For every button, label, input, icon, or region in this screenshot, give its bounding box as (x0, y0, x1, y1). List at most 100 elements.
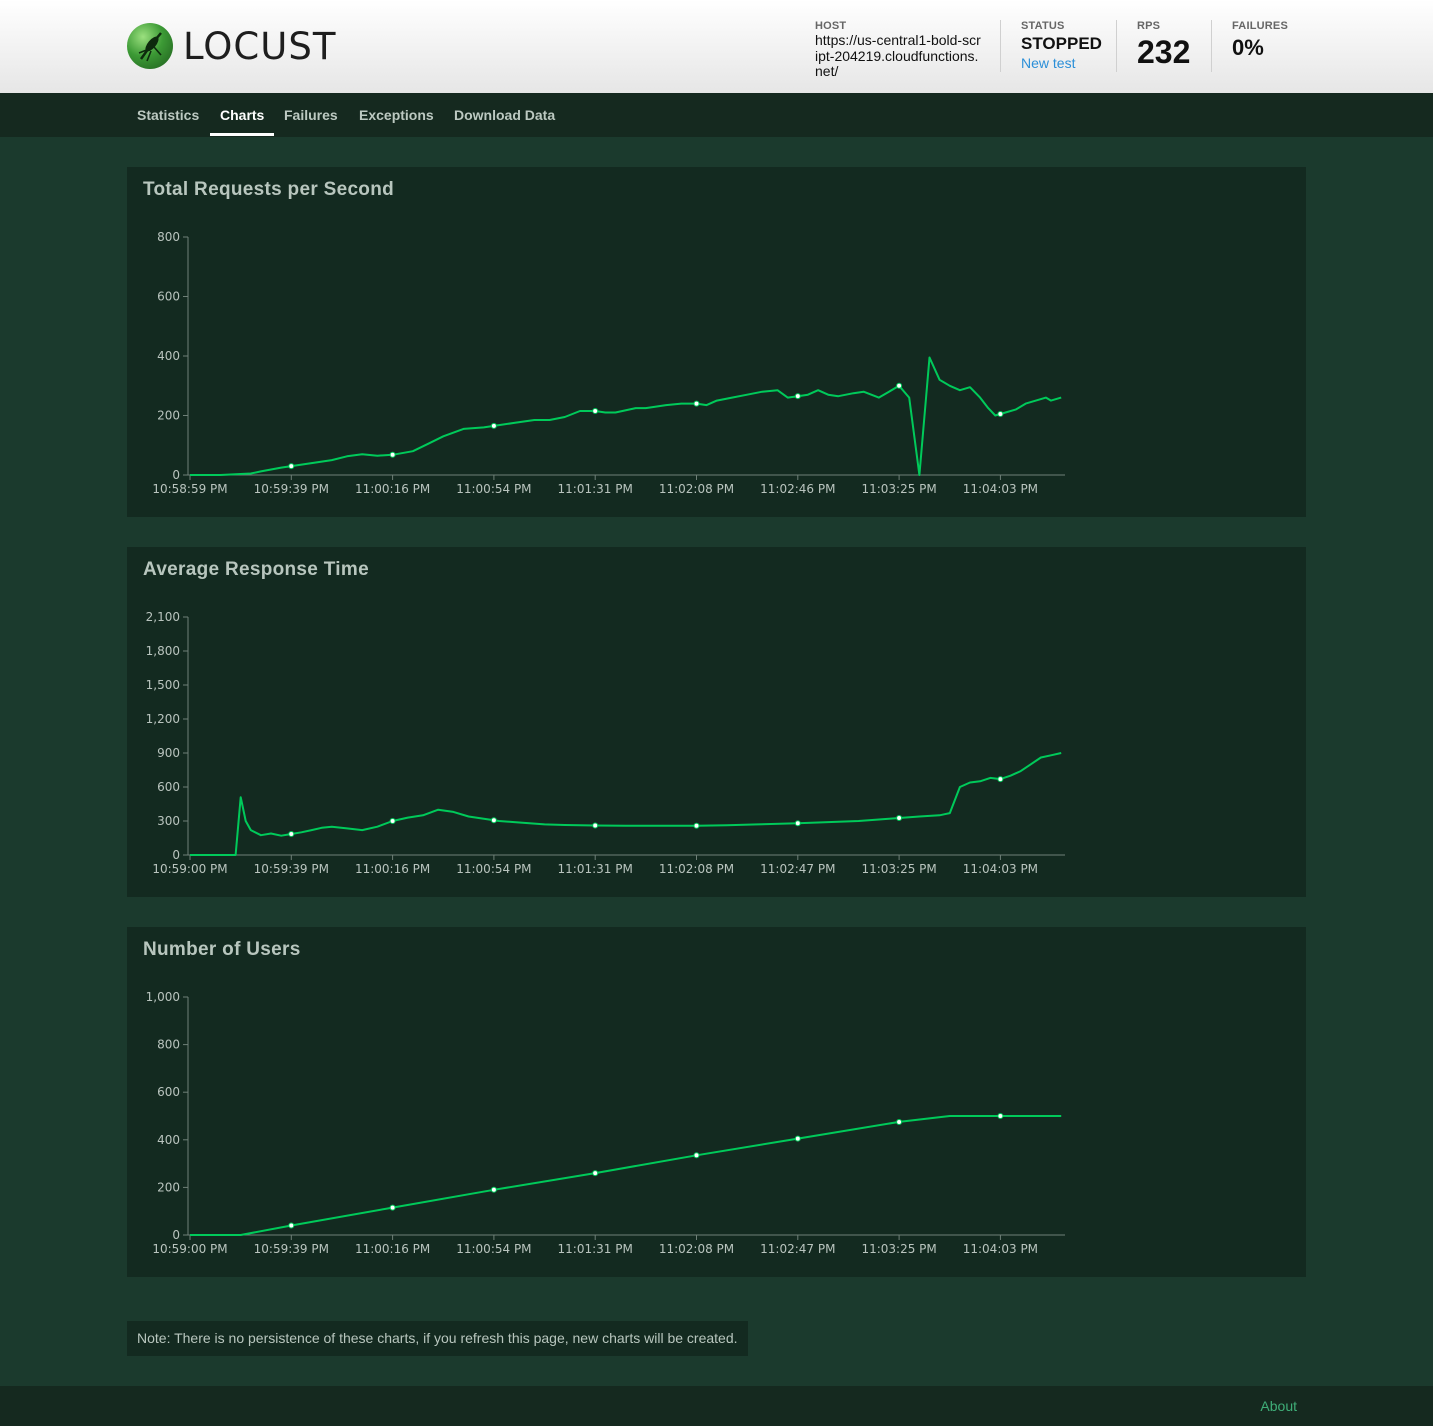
data-point (794, 820, 801, 827)
tab-exceptions[interactable]: Exceptions (359, 107, 434, 123)
y-tick-label: 2,100 (146, 610, 180, 624)
x-tick-label: 10:59:00 PM (152, 1242, 227, 1256)
status-box: STATUS STOPPED New test (1021, 20, 1102, 71)
data-point (794, 1135, 801, 1142)
x-tick-label: 11:00:16 PM (355, 482, 430, 496)
x-tick-label: 11:00:54 PM (456, 862, 531, 876)
y-tick-label: 1,200 (146, 712, 180, 726)
y-tick-label: 200 (157, 409, 180, 423)
host-value: https://us-central1-bold-script-204219.c… (815, 32, 981, 79)
x-tick-label: 11:03:25 PM (861, 482, 936, 496)
x-tick-label: 11:01:31 PM (558, 482, 633, 496)
rps-label: RPS (1137, 20, 1161, 32)
x-tick-label: 11:03:25 PM (861, 862, 936, 876)
data-point (896, 814, 903, 821)
series-line (190, 356, 1062, 476)
logo-text: LOCUST (183, 24, 337, 68)
data-point (693, 1152, 700, 1159)
response-time-chart-panel: Average Response Time 0 300 600 900 1,200 1,5… (127, 547, 1306, 897)
x-tick-label: 11:03:25 PM (861, 1242, 936, 1256)
rps-value: 232 (1137, 34, 1191, 70)
response-time-chart[interactable]: 0 300 600 900 1,200 1,500 1,800 2,100 10:59:00 P… (127, 547, 1306, 897)
failures-box: FAILURES 0% (1232, 20, 1288, 61)
data-point (389, 818, 396, 824)
y-tick-label: 400 (157, 349, 180, 363)
y-tick-label: 900 (157, 746, 180, 760)
y-tick-label: 600 (157, 290, 180, 304)
data-point (693, 400, 700, 407)
data-point (592, 1170, 599, 1177)
x-tick-label: 11:00:16 PM (355, 1242, 430, 1256)
series-line (190, 752, 1062, 856)
x-tick-label: 10:59:39 PM (254, 482, 329, 496)
active-tab-indicator (210, 133, 274, 136)
data-point (997, 776, 1004, 783)
data-point (693, 822, 700, 829)
data-point (389, 1204, 396, 1211)
data-point (490, 422, 497, 429)
status-value: STOPPED (1021, 34, 1102, 53)
y-tick-label: 600 (157, 1085, 180, 1099)
y-tick-label: 1,800 (146, 644, 180, 658)
users-chart[interactable]: 0 200 400 600 800 1,000 10:59:00 PM 10:59:39 PM… (127, 927, 1306, 1277)
divider (1000, 20, 1001, 72)
data-point (896, 382, 903, 389)
x-tick-label: 10:59:39 PM (254, 862, 329, 876)
failures-label: FAILURES (1232, 20, 1288, 32)
x-tick-label: 11:04:03 PM (963, 1242, 1038, 1256)
about-link[interactable]: About (1260, 1398, 1297, 1414)
failures-value: 0% (1232, 35, 1264, 60)
footer: About (0, 1386, 1433, 1426)
x-tick-label: 11:00:54 PM (456, 1242, 531, 1256)
data-point (592, 408, 599, 415)
locust-logo[interactable]: LOCUST (127, 22, 336, 70)
data-point (997, 411, 1004, 418)
y-tick-label: 1,500 (146, 678, 180, 692)
y-tick-label: 600 (157, 780, 180, 794)
x-tick-label: 11:02:08 PM (659, 862, 734, 876)
x-tick-label: 10:59:39 PM (254, 1242, 329, 1256)
tab-statistics[interactable]: Statistics (137, 107, 199, 123)
data-point (389, 451, 396, 458)
users-chart-panel: Number of Users 0 200 400 600 800 1,000 10:59:… (127, 927, 1306, 1277)
data-point (490, 817, 497, 824)
x-tick-label: 11:02:08 PM (659, 1242, 734, 1256)
y-tick-label: 0 (172, 848, 180, 862)
top-bar: LOCUST HOST https://us-central1-bold-scr… (0, 0, 1433, 93)
locust-logo-icon (127, 23, 173, 69)
x-tick-label: 11:00:54 PM (456, 482, 531, 496)
x-tick-label: 11:04:03 PM (963, 482, 1038, 496)
new-test-link[interactable]: New test (1021, 55, 1102, 71)
x-tick-label: 11:04:03 PM (963, 862, 1038, 876)
y-tick-label: 800 (157, 1038, 180, 1052)
y-tick-label: 1,000 (146, 990, 180, 1004)
y-tick-label: 0 (172, 468, 180, 482)
x-tick-label: 10:58:59 PM (152, 482, 227, 496)
y-tick-label: 400 (157, 1133, 180, 1147)
y-tick-label: 0 (172, 1228, 180, 1242)
tab-failures[interactable]: Failures (284, 107, 338, 123)
persistence-note: Note: There is no persistence of these c… (127, 1321, 748, 1356)
divider (1116, 20, 1117, 72)
divider (1211, 20, 1212, 72)
data-point (794, 393, 801, 400)
x-tick-label: 11:00:16 PM (355, 862, 430, 876)
x-tick-label: 11:01:31 PM (558, 1242, 633, 1256)
nav-bar: Statistics Charts Failures Exceptions Do… (0, 93, 1433, 137)
x-tick-label: 11:02:08 PM (659, 482, 734, 496)
y-tick-label: 300 (157, 814, 180, 828)
x-tick-label: 11:02:47 PM (760, 862, 835, 876)
data-point (288, 463, 295, 470)
rps-chart[interactable]: 0 200 400 600 800 10:58:59 PM 10:59:39 PM 11:00… (127, 167, 1306, 517)
x-tick-label: 11:02:47 PM (760, 1242, 835, 1256)
status-label: STATUS (1021, 20, 1065, 32)
tab-download-data[interactable]: Download Data (454, 107, 555, 123)
x-tick-label: 11:01:31 PM (558, 862, 633, 876)
series-line (190, 1115, 1062, 1236)
tab-charts[interactable]: Charts (220, 107, 264, 123)
y-tick-label: 800 (157, 230, 180, 244)
host-label: HOST (815, 20, 847, 32)
y-tick-label: 200 (157, 1180, 180, 1194)
data-point (288, 1222, 295, 1229)
data-point (490, 1186, 497, 1193)
